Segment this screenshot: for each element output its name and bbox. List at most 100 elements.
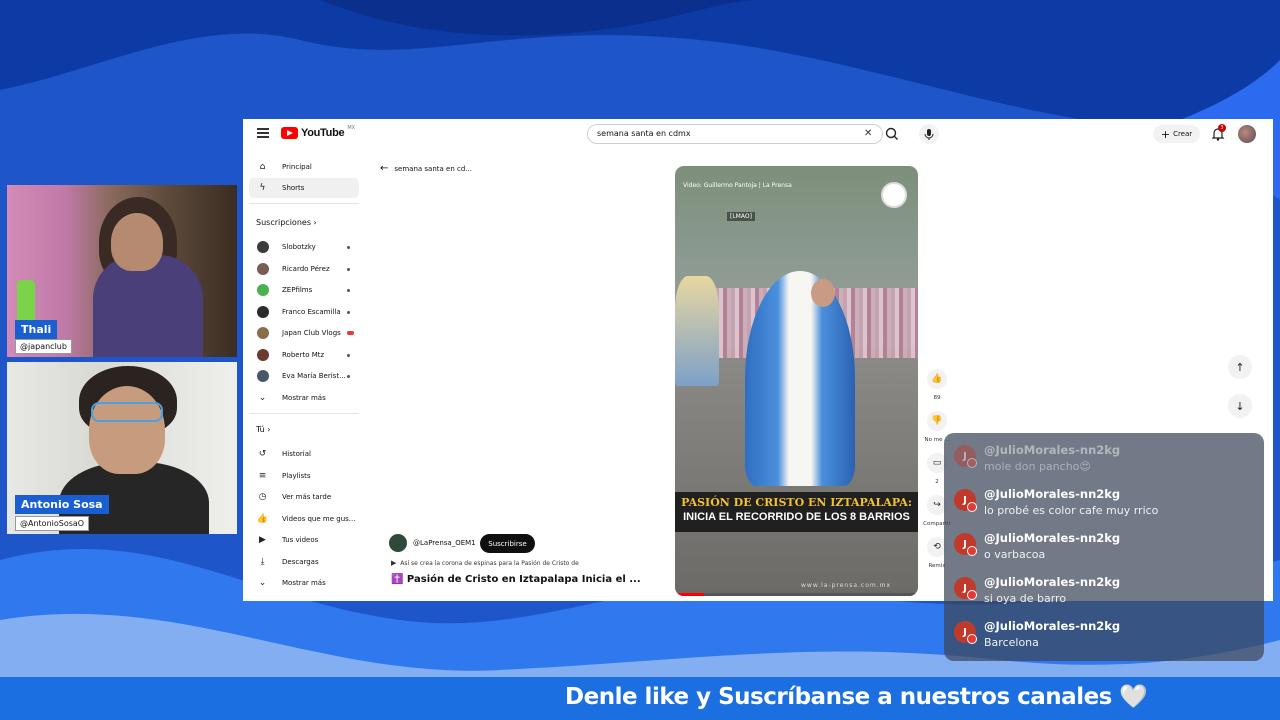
sidebar-item-label: Tus videos bbox=[282, 536, 319, 544]
search-icon[interactable] bbox=[882, 124, 902, 144]
webcam-thali: Thali @japanclub bbox=[7, 185, 237, 357]
video-watermark: www.la-prensa.com.mx bbox=[801, 582, 892, 589]
like-button[interactable]: 👍 bbox=[927, 369, 947, 389]
account-avatar[interactable] bbox=[1238, 125, 1256, 143]
sidebar-item-playlists[interactable]: ≡ Playlists bbox=[249, 466, 359, 486]
chevron-right-icon: › bbox=[267, 425, 271, 434]
live-chat-overlay: J @JulioMorales-nn2kg mole don pancho😍 J… bbox=[944, 433, 1264, 661]
sidebar-item-your-videos[interactable]: ▶ Tus videos bbox=[249, 530, 359, 550]
sidebar-item-shorts[interactable]: ϟ Shorts bbox=[249, 178, 359, 198]
shorts-icon: ϟ bbox=[259, 183, 266, 193]
channel-avatar bbox=[257, 370, 269, 382]
youtube-header: YouTube MX semana santa en cdmx ✕ + Crea… bbox=[243, 119, 1273, 149]
sidebar-item-label: Ver más tarde bbox=[282, 493, 332, 501]
video-description[interactable]: ▶ Así se crea la corona de espinas para … bbox=[391, 559, 579, 567]
channel-avatar bbox=[257, 263, 269, 275]
chat-message: J @JulioMorales-nn2kg mole don pancho😍 bbox=[952, 441, 1252, 481]
clock-icon: ◷ bbox=[258, 492, 267, 502]
webcam-handle-tag: @AntonioSosaO bbox=[15, 516, 90, 531]
channel-name[interactable]: @LaPrensa_OEM1 bbox=[413, 539, 476, 547]
play-icon: ▶ bbox=[391, 559, 397, 567]
sidebar-item-label: Principal bbox=[282, 163, 312, 171]
webcam-antonio: Antonio Sosa @AntonioSosaO bbox=[7, 362, 237, 534]
video-credit: Video: Guillermo Pantoja | La Prensa bbox=[683, 182, 792, 189]
microphone-icon[interactable] bbox=[919, 124, 939, 144]
banner-line-2: INICIA EL RECORRIDO DE LOS 8 BARRIOS bbox=[683, 511, 910, 523]
video-title[interactable]: ✝️ Pasión de Cristo en Iztapalapa Inicia… bbox=[391, 574, 641, 585]
sidebar-item-subscription[interactable]: Slobotzky bbox=[249, 237, 359, 257]
sidebar-item-history[interactable]: ↺ Historial bbox=[249, 444, 359, 464]
new-content-dot bbox=[347, 267, 350, 271]
sidebar-item-label: Shorts bbox=[282, 184, 305, 192]
youtube-logo[interactable]: YouTube MX bbox=[281, 125, 355, 139]
sidebar-item-label: Slobotzky bbox=[282, 243, 316, 251]
chat-username: @JulioMorales-nn2kg bbox=[984, 487, 1121, 501]
video-icon: ▶ bbox=[259, 535, 266, 545]
chat-message: J @JulioMorales-nn2kg Barcelona bbox=[952, 617, 1252, 657]
history-icon: ↺ bbox=[258, 449, 267, 459]
sidebar-item-subscription[interactable]: Japan Club Vlogs bbox=[249, 323, 359, 343]
chat-username: @JulioMorales-nn2kg bbox=[984, 531, 1121, 545]
sidebar-item-subscription[interactable]: ZEPfilms bbox=[249, 280, 359, 300]
sidebar-item-label: Eva María Berist... bbox=[282, 372, 346, 380]
sidebar-item-label: Playlists bbox=[282, 472, 311, 480]
create-label: Crear bbox=[1173, 130, 1193, 138]
show-more-you[interactable]: ⌄ Mostrar más bbox=[249, 573, 359, 593]
dislike-button[interactable]: 👎 bbox=[927, 411, 947, 431]
create-button[interactable]: + Crear bbox=[1153, 125, 1200, 143]
sidebar-item-downloads[interactable]: ⤓ Descargas bbox=[249, 552, 359, 572]
short-video-player[interactable]: Video: Guillermo Pantoja | La Prensa [LM… bbox=[675, 166, 918, 596]
thumbs-down-icon: 👎 bbox=[931, 416, 943, 426]
subscriptions-heading[interactable]: Suscripciones › bbox=[256, 218, 317, 227]
video-progress-bar[interactable] bbox=[675, 593, 918, 596]
chat-message: J @JulioMorales-nn2kg si oya de barro bbox=[952, 573, 1252, 613]
search-input[interactable]: semana santa en cdmx ✕ bbox=[587, 124, 883, 144]
chat-username: @JulioMorales-nn2kg bbox=[984, 575, 1121, 589]
sidebar-item-liked-videos[interactable]: 👍 Videos que me gus... bbox=[249, 509, 359, 529]
webcam-handle-tag: @japanclub bbox=[15, 339, 72, 354]
sidebar-item-subscription[interactable]: Roberto Mtz bbox=[249, 345, 359, 365]
sidebar-divider bbox=[249, 413, 359, 414]
sidebar-item-label: Japan Club Vlogs bbox=[282, 329, 341, 337]
you-heading[interactable]: Tú › bbox=[256, 425, 271, 434]
chat-text: mole don pancho😍 bbox=[984, 460, 1091, 473]
webcam-name-tag: Thali bbox=[15, 320, 58, 339]
chat-username: @JulioMorales-nn2kg bbox=[984, 619, 1121, 633]
chat-avatar: J bbox=[954, 445, 977, 468]
clear-search-icon[interactable]: ✕ bbox=[864, 128, 872, 139]
channel-avatar bbox=[257, 306, 269, 318]
chat-avatar: J bbox=[954, 621, 977, 644]
subscribe-button[interactable]: Suscribirse bbox=[480, 534, 535, 553]
sidebar-item-watch-later[interactable]: ◷ Ver más tarde bbox=[249, 487, 359, 507]
sidebar-item-subscription[interactable]: Ricardo Pérez bbox=[249, 259, 359, 279]
chevron-down-icon: ⌄ bbox=[258, 578, 267, 588]
video-tag: [LMAO] bbox=[727, 212, 755, 221]
sidebar-item-principal[interactable]: ⌂ Principal bbox=[249, 157, 359, 177]
next-short-button[interactable]: ↓ bbox=[1228, 394, 1252, 418]
back-to-search[interactable]: ← semana santa en cd... bbox=[380, 163, 472, 174]
new-content-dot bbox=[347, 288, 350, 292]
sidebar-item-label: ZEPfilms bbox=[282, 286, 313, 294]
sidebar-item-subscription[interactable]: Eva María Berist... bbox=[249, 366, 359, 386]
arrow-up-icon: ↑ bbox=[1235, 360, 1245, 374]
previous-short-button[interactable]: ↑ bbox=[1228, 355, 1252, 379]
menu-icon[interactable] bbox=[257, 128, 269, 138]
chat-text: Barcelona bbox=[984, 636, 1039, 649]
channel-avatar[interactable] bbox=[389, 534, 407, 552]
chat-message: J @JulioMorales-nn2kg o varbacoa bbox=[952, 529, 1252, 569]
like-count: 89 bbox=[933, 395, 941, 401]
glasses bbox=[91, 402, 163, 422]
new-content-dot bbox=[347, 374, 350, 378]
playlist-icon: ≡ bbox=[258, 471, 267, 481]
arrow-down-icon: ↓ bbox=[1235, 399, 1245, 413]
scene-figure bbox=[675, 276, 719, 386]
show-more-subscriptions[interactable]: ⌄ Mostrar más bbox=[249, 388, 359, 408]
chat-avatar: J bbox=[954, 577, 977, 600]
banner-line-1: PASIÓN DE CRISTO EN IZTAPALAPA: bbox=[681, 496, 912, 509]
notification-badge: 3 bbox=[1218, 124, 1226, 132]
sidebar-item-subscription[interactable]: Franco Escamilla bbox=[249, 302, 359, 322]
notifications-button[interactable]: 3 bbox=[1209, 124, 1227, 143]
channel-avatar bbox=[257, 241, 269, 253]
comment-icon: ▭ bbox=[932, 458, 942, 468]
sidebar-item-label: Historial bbox=[282, 450, 311, 458]
